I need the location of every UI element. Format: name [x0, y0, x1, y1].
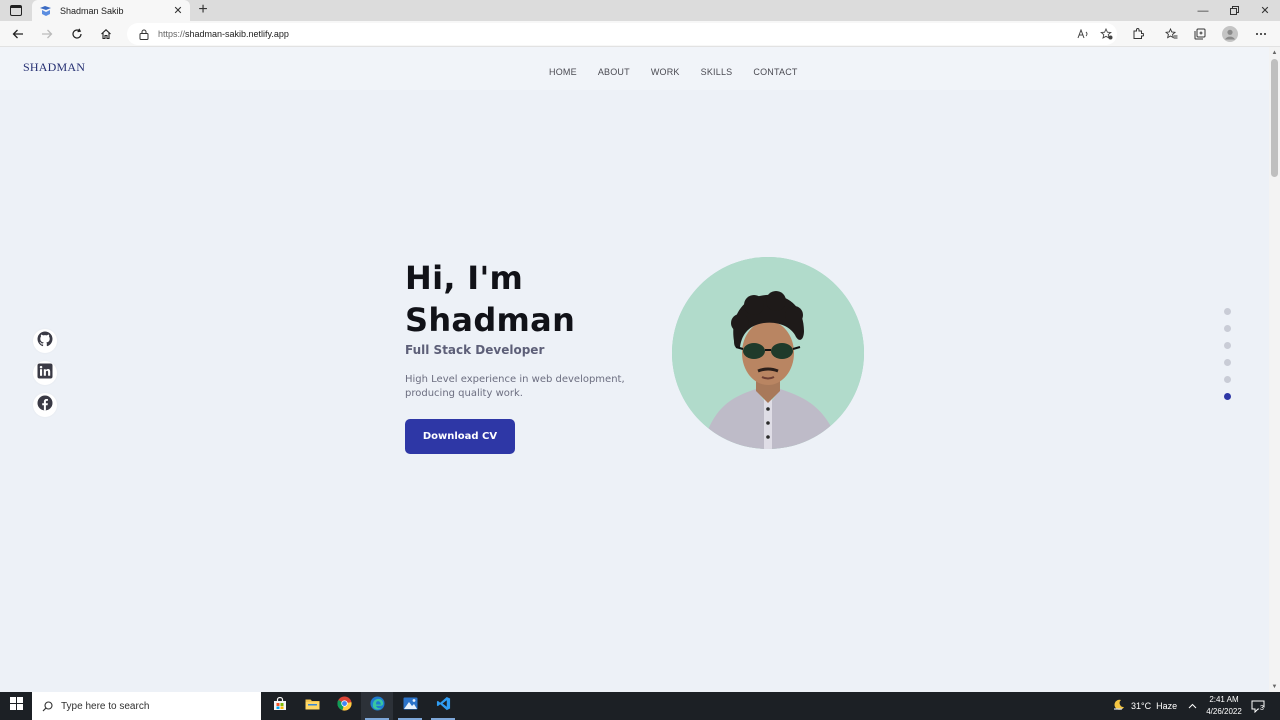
taskbar-chrome[interactable] [328, 692, 360, 720]
taskbar-search[interactable]: Type here to search [32, 692, 261, 720]
site-header: SHADMAN HOME ABOUT WORK SKILLS CONTACT [0, 47, 1269, 90]
github-link[interactable] [33, 329, 57, 353]
url-prefix: https:// [158, 29, 186, 39]
facebook-link[interactable] [33, 393, 57, 417]
hero-title: Hi, I'm Shadman [405, 257, 575, 341]
close-tab-icon[interactable]: ✕ [172, 4, 184, 17]
nav-link-work[interactable]: WORK [651, 67, 680, 77]
section-dot-3[interactable] [1224, 342, 1231, 349]
favorites-icon[interactable] [1162, 25, 1180, 43]
taskbar-edge[interactable] [361, 692, 393, 720]
section-dot-5[interactable] [1224, 376, 1231, 383]
photos-icon [403, 697, 418, 715]
tab-title: Shadman Sakib [60, 5, 124, 16]
tab-actions-icon[interactable] [8, 3, 24, 18]
site-favicon-icon [38, 4, 52, 18]
hero-title-line2: Shadman [405, 301, 576, 339]
moon-icon [1113, 699, 1125, 713]
download-cv-button[interactable]: Download CV [405, 419, 515, 454]
nav-link-contact[interactable]: CONTACT [753, 67, 797, 77]
taskbar-clock[interactable]: 2:41 AM 4/26/2022 [1196, 694, 1252, 718]
linkedin-icon [37, 363, 53, 384]
taskbar-file-explorer[interactable] [296, 692, 328, 720]
add-favorite-icon[interactable] [1099, 27, 1113, 41]
start-button[interactable] [0, 692, 32, 720]
read-aloud-icon[interactable] [1076, 27, 1090, 41]
section-dots [1224, 308, 1232, 410]
nav-link-home[interactable]: HOME [549, 67, 577, 77]
lock-icon[interactable] [138, 28, 150, 40]
profile-photo [672, 257, 864, 449]
nav-link-skills[interactable]: SKILLS [701, 67, 733, 77]
clock-date: 4/26/2022 [1206, 707, 1242, 716]
weather-text: 31°C Haze [1131, 701, 1178, 711]
main-nav: HOME ABOUT WORK SKILLS CONTACT [549, 67, 819, 77]
forward-icon[interactable] [38, 25, 56, 43]
extensions-icon[interactable] [1129, 25, 1147, 43]
section-dot-2[interactable] [1224, 325, 1231, 332]
taskbar-store[interactable] [264, 692, 296, 720]
windows-logo-icon [9, 697, 23, 715]
site-logo[interactable]: SHADMAN [23, 60, 85, 75]
weather-widget[interactable]: 31°C Haze [1113, 692, 1177, 720]
home-icon[interactable] [97, 25, 115, 43]
taskbar-photos[interactable] [394, 692, 426, 720]
back-icon[interactable] [9, 25, 27, 43]
browser-toolbar: https://shadman-sakib.netlify.app [0, 21, 1280, 47]
scroll-up-icon[interactable]: ▲ [1271, 49, 1278, 57]
url-host: shadman-sakib.netlify.app [185, 29, 289, 39]
scrollbar-thumb[interactable] [1271, 59, 1278, 177]
address-url: https://shadman-sakib.netlify.app [158, 29, 289, 39]
notification-count: 3 [1260, 705, 1264, 712]
taskbar-vscode[interactable] [427, 692, 459, 720]
profile-avatar-icon[interactable] [1221, 25, 1239, 43]
section-dot-4[interactable] [1224, 359, 1231, 366]
section-dot-1[interactable] [1224, 308, 1231, 315]
restore-icon[interactable] [1219, 0, 1249, 21]
nav-link-about[interactable]: ABOUT [598, 67, 630, 77]
page-scrollbar[interactable]: ▲ ▼ [1269, 47, 1280, 692]
windows-taskbar: Type here to search 31°C Haze 2:41 AM 4/… [0, 692, 1280, 720]
facebook-icon [37, 395, 53, 416]
close-window-icon[interactable]: ✕ [1250, 0, 1280, 21]
browser-tab-bar: Shadman Sakib ✕ + — ✕ [0, 0, 1280, 21]
collections-icon[interactable] [1191, 25, 1209, 43]
chrome-icon [336, 696, 352, 716]
folder-icon [305, 697, 320, 715]
new-tab-icon[interactable]: + [196, 2, 210, 18]
refresh-icon[interactable] [68, 25, 86, 43]
linkedin-link[interactable] [33, 361, 57, 385]
search-icon [41, 700, 53, 712]
store-icon [273, 696, 287, 716]
github-icon [37, 331, 53, 352]
minimize-icon[interactable]: — [1188, 0, 1218, 21]
hero-subtitle: Full Stack Developer [405, 343, 545, 357]
vscode-icon [436, 696, 451, 716]
search-placeholder: Type here to search [61, 700, 150, 712]
address-bar[interactable]: https://shadman-sakib.netlify.app [127, 23, 1117, 45]
notification-center-icon[interactable]: 3 [1250, 698, 1266, 714]
hero-description: High Level experience in web development… [405, 374, 625, 399]
edge-icon [369, 696, 385, 716]
clock-time: 2:41 AM [1209, 695, 1239, 704]
more-options-icon[interactable] [1252, 25, 1270, 43]
browser-tab[interactable]: Shadman Sakib ✕ [32, 0, 190, 21]
scroll-down-icon[interactable]: ▼ [1271, 683, 1278, 691]
section-dot-6-active[interactable] [1224, 393, 1231, 400]
hero-title-line1: Hi, I'm [405, 259, 524, 297]
web-page: SHADMAN HOME ABOUT WORK SKILLS CONTACT H… [0, 47, 1269, 692]
